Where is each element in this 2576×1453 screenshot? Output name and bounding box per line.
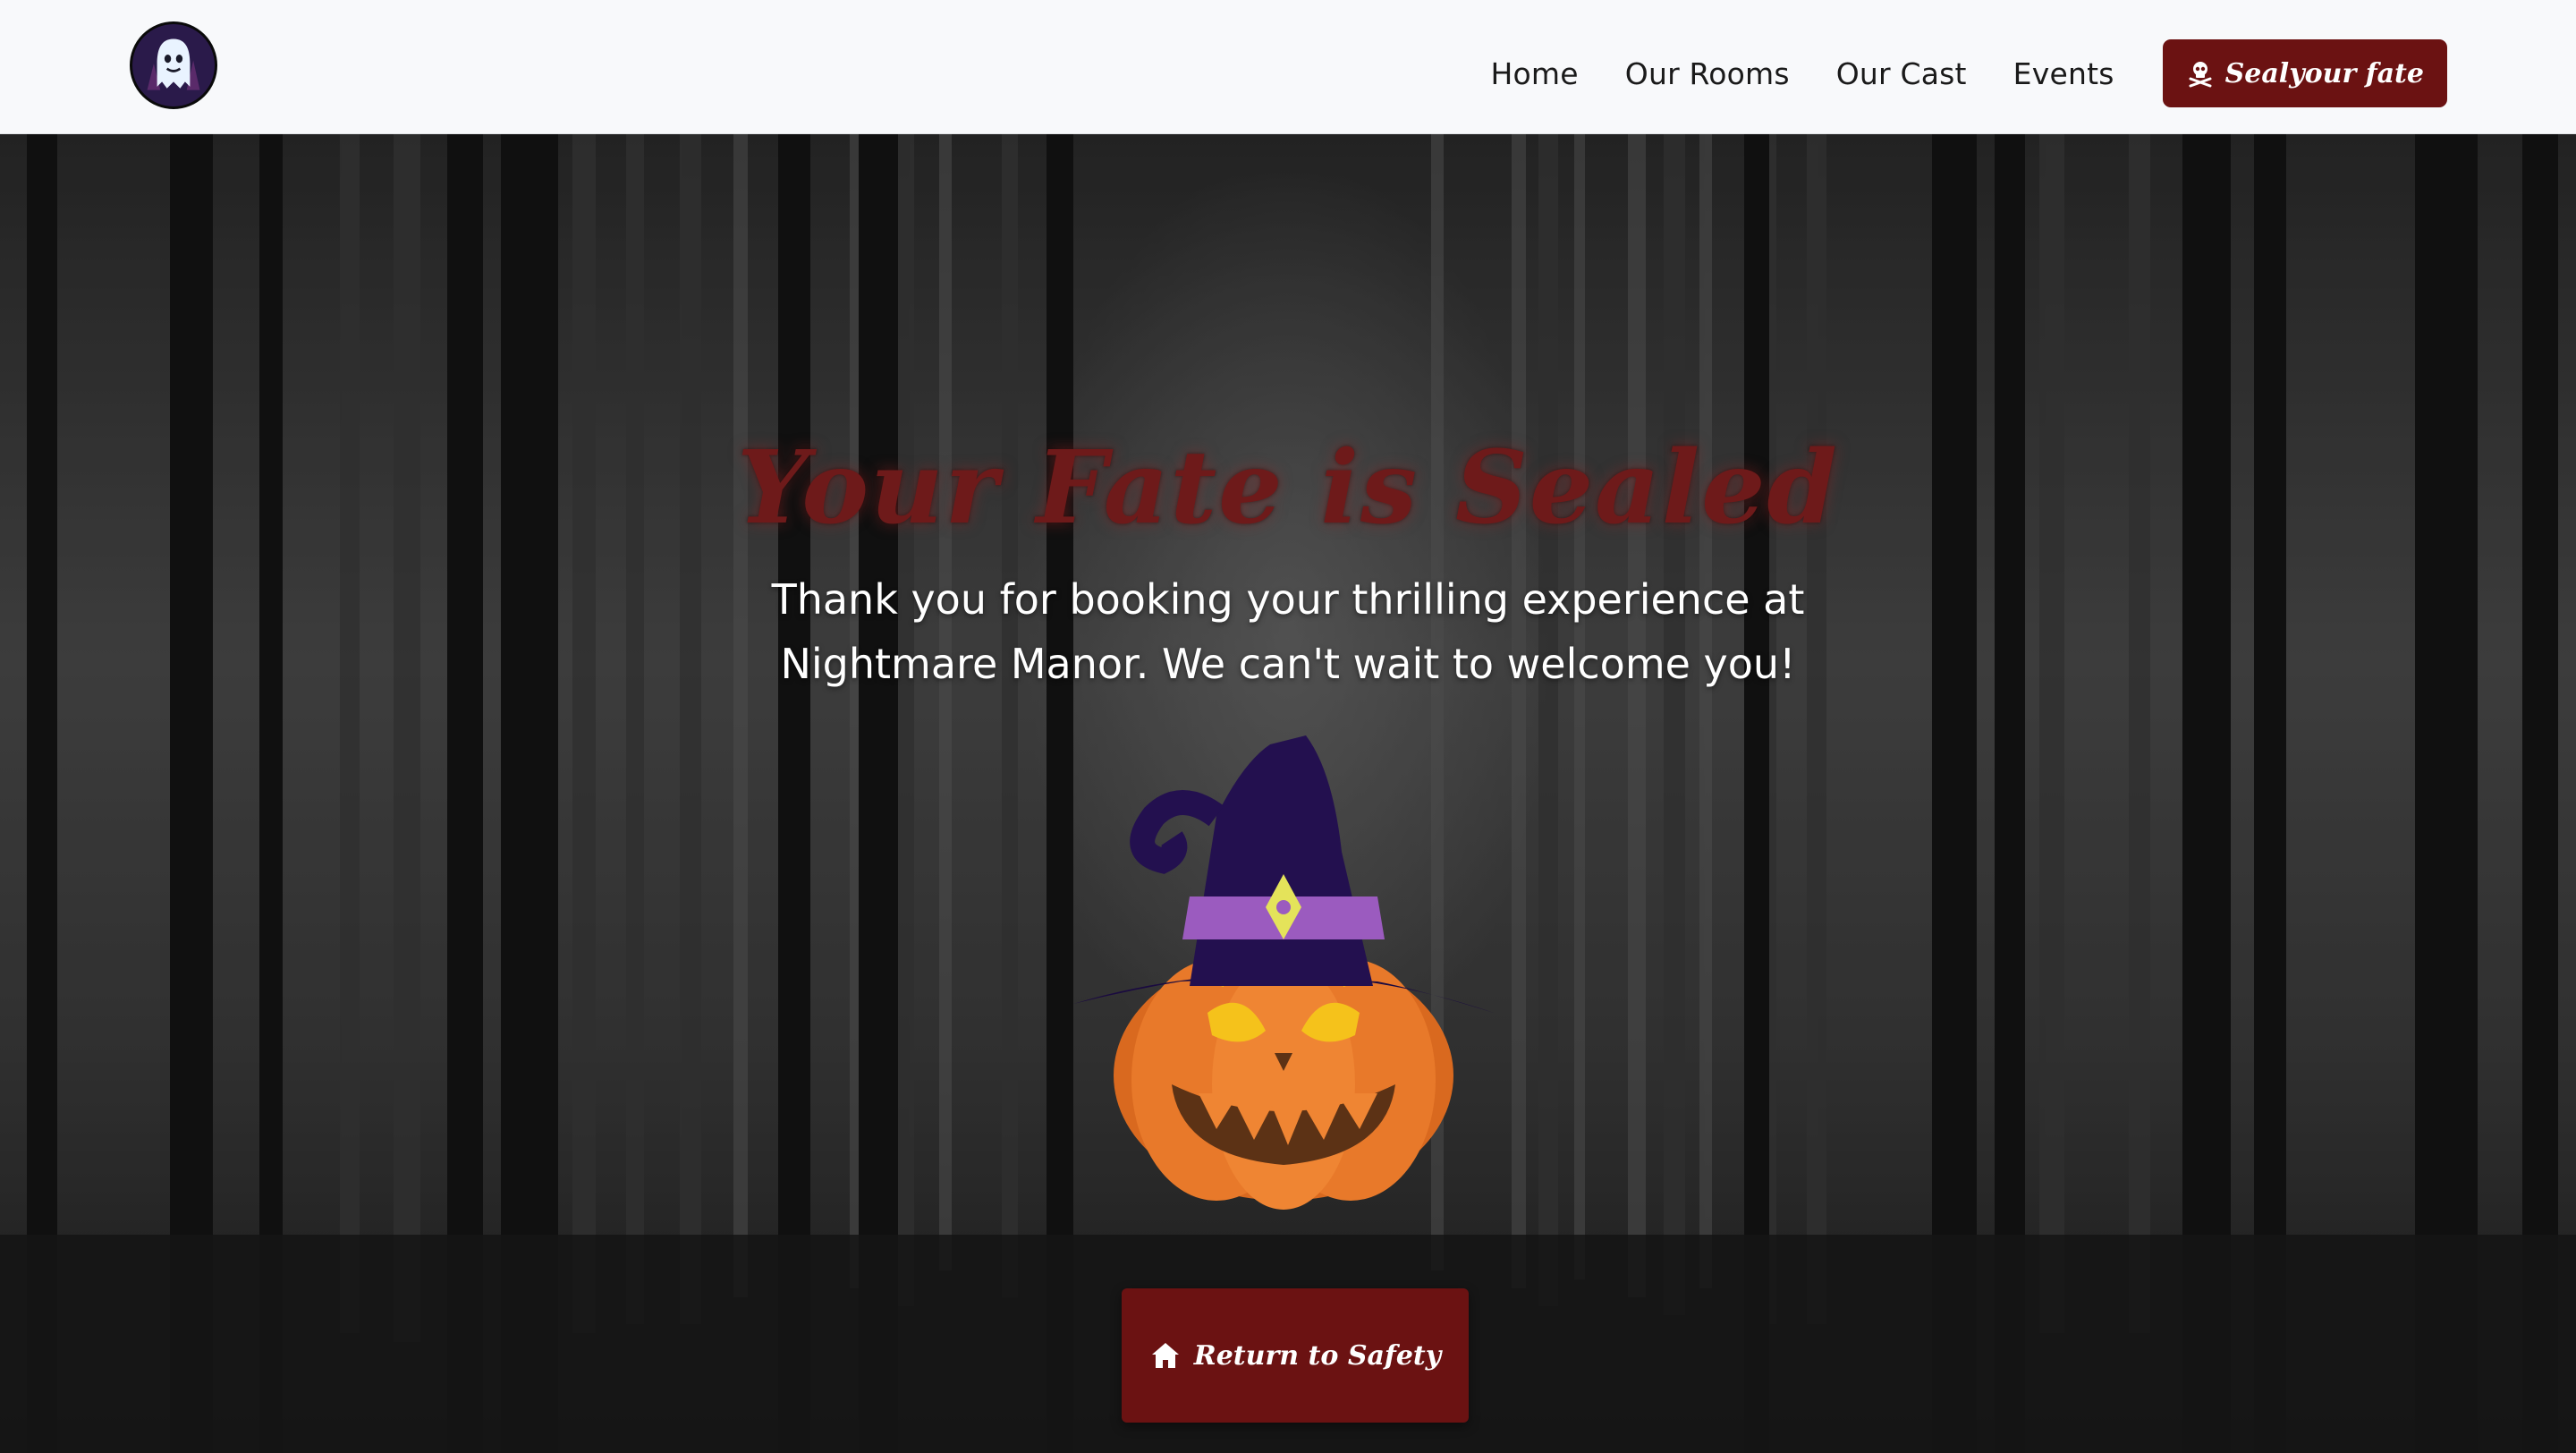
- confirmation-message: Thank you for booking your thrilling exp…: [771, 575, 1805, 688]
- hero-section: Your Fate is Sealed Thank you for bookin…: [0, 134, 2576, 1453]
- nav-link-home[interactable]: Home: [1491, 56, 1579, 91]
- skull-crossbones-icon: [2189, 62, 2212, 88]
- seal-your-fate-label: Sealyour fate: [2224, 57, 2424, 89]
- return-to-safety-label: Return to Safety: [1193, 1339, 1442, 1372]
- nav-links: Home Our Rooms Our Cast Events Sealyour …: [1491, 38, 2447, 109]
- page-title: Your Fate is Sealed: [737, 429, 1839, 548]
- nav-link-our-cast[interactable]: Our Cast: [1836, 56, 1967, 91]
- nav-link-events[interactable]: Events: [2013, 56, 2114, 91]
- pumpkin-witch-hat-icon: [1073, 735, 1494, 1210]
- seal-your-fate-button[interactable]: Sealyour fate: [2162, 39, 2447, 107]
- ghost-logo-icon[interactable]: [130, 21, 217, 109]
- nav-link-our-rooms[interactable]: Our Rooms: [1625, 56, 1790, 91]
- home-icon: [1151, 1343, 1179, 1368]
- return-to-safety-button[interactable]: Return to Safety: [1122, 1288, 1469, 1423]
- navbar: Home Our Rooms Our Cast Events Sealyour …: [0, 0, 2576, 134]
